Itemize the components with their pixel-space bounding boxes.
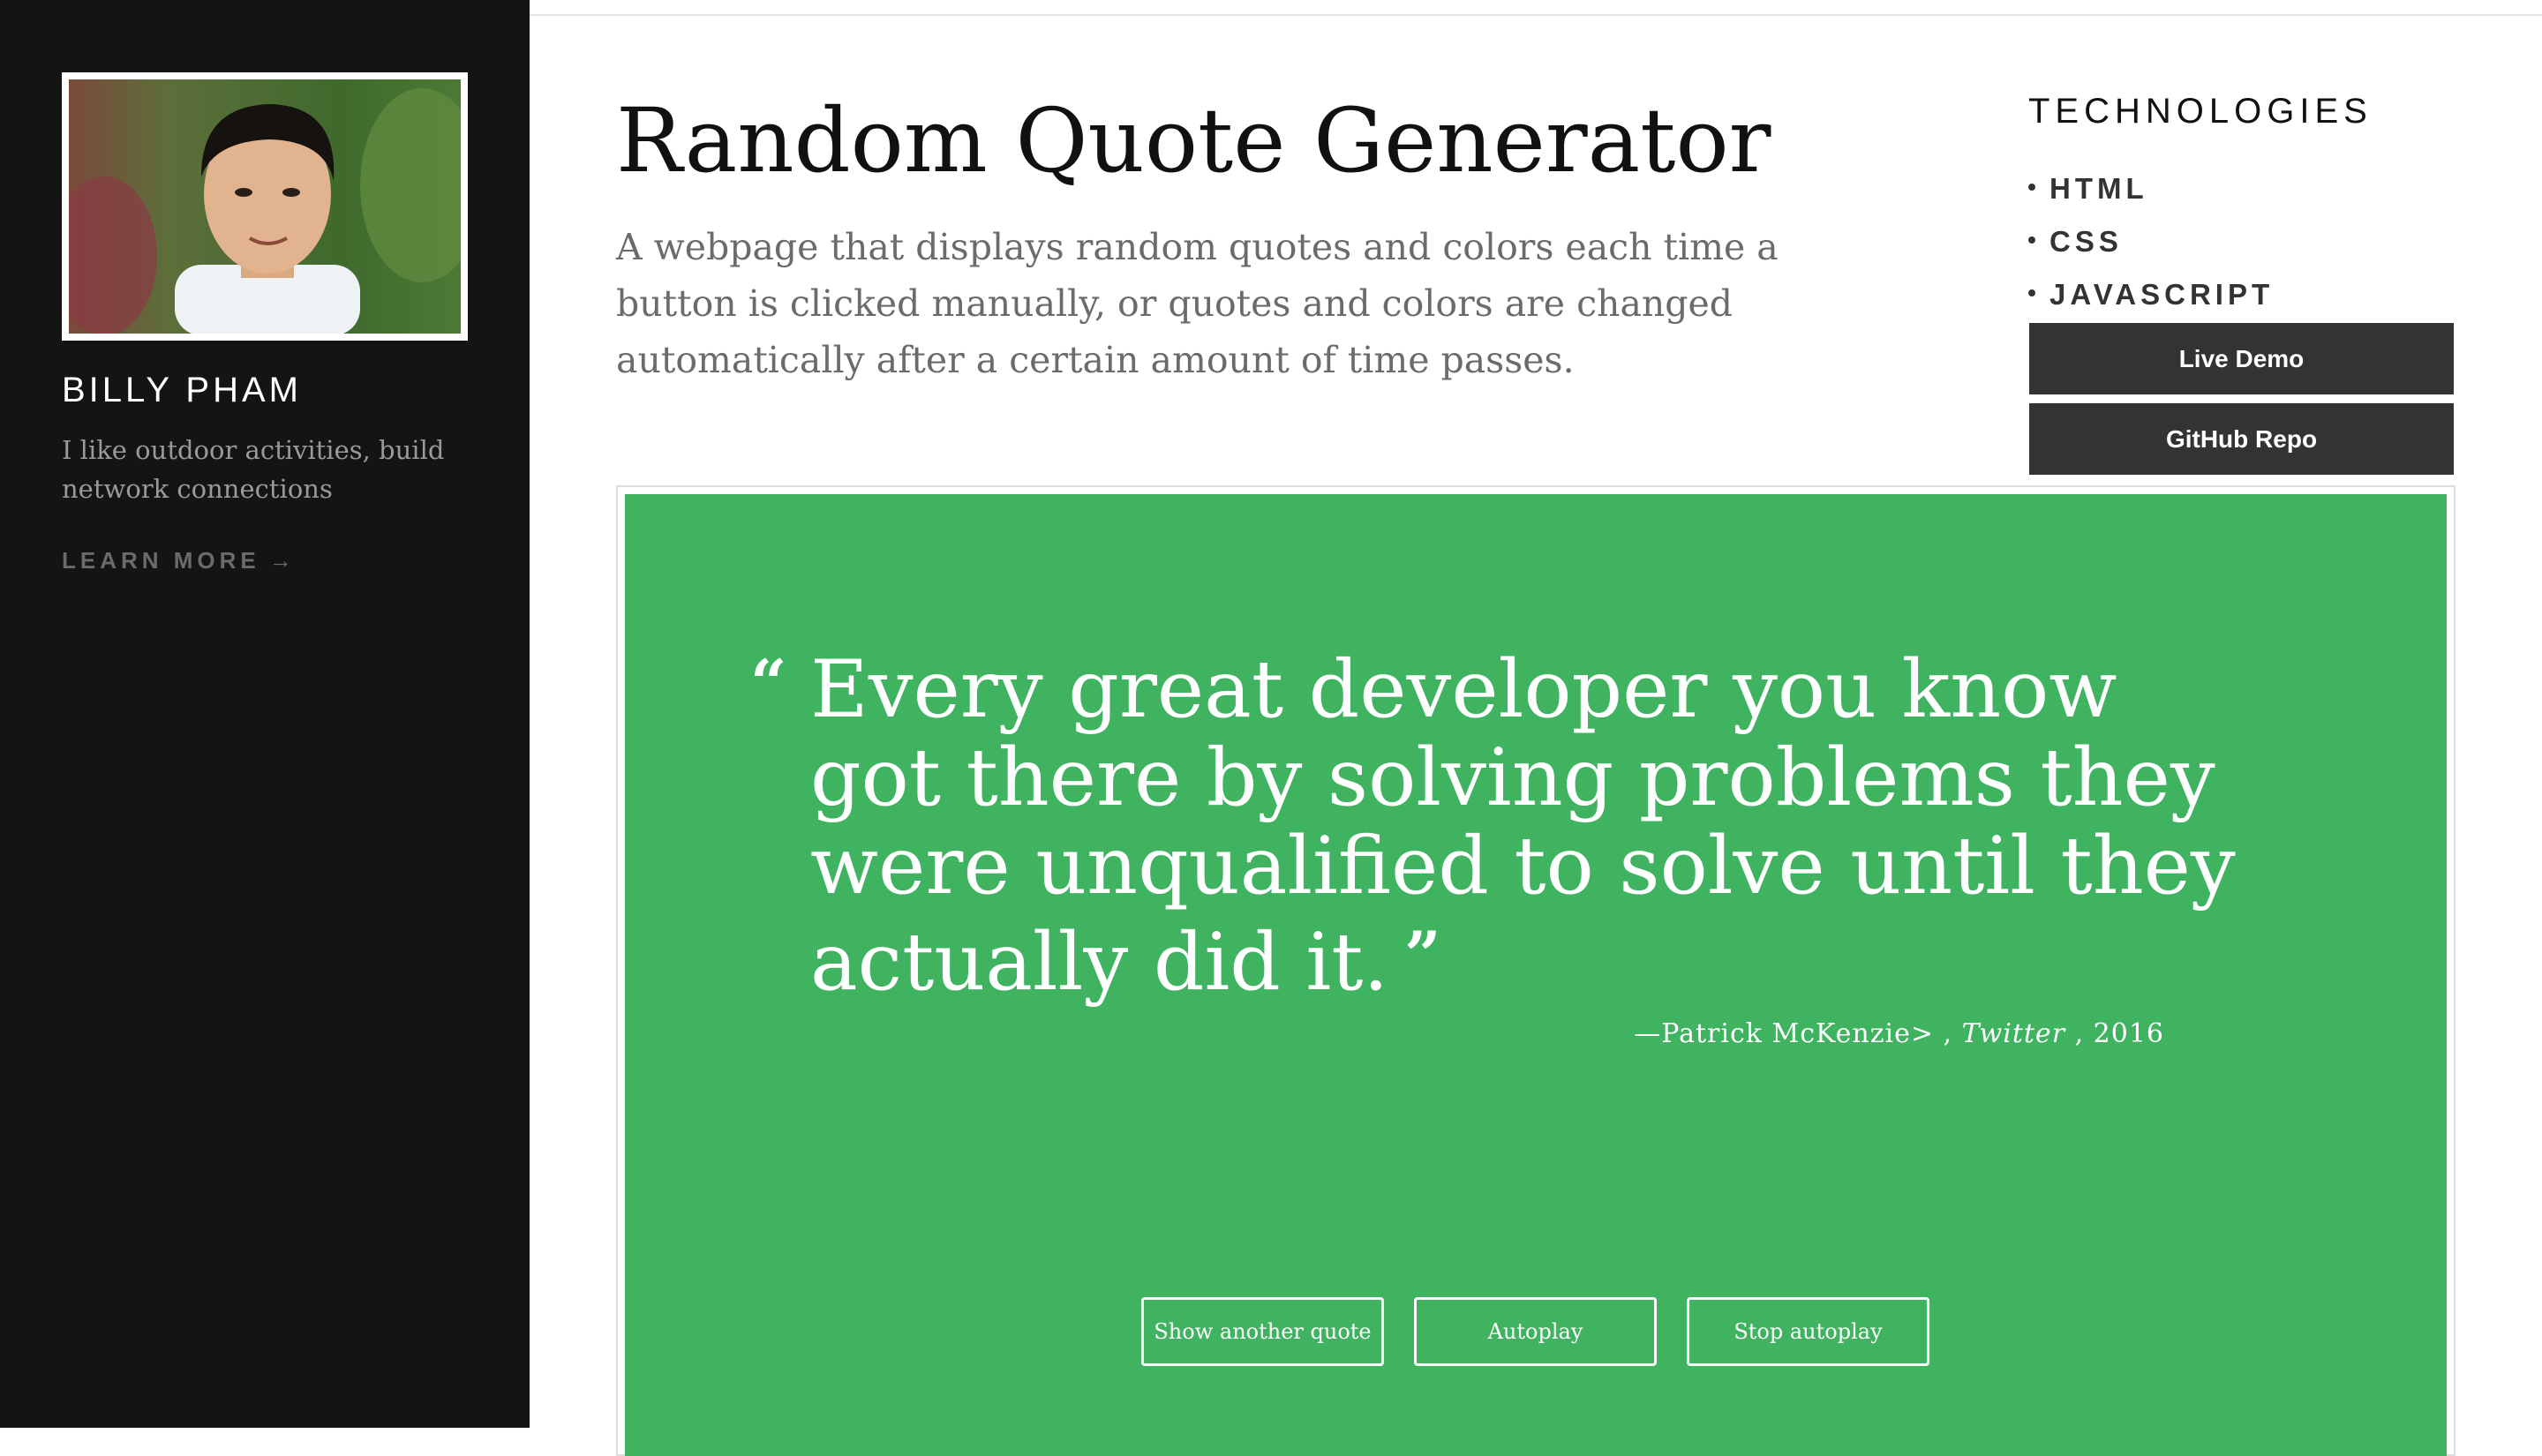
quote-text-block: Every great developer you know got there… [810,646,2258,1007]
tech-item-label: CSS [2049,225,2123,258]
avatar [62,72,468,341]
quote-author: —Patrick McKenzie> , [1634,1018,1953,1049]
stop-autoplay-button[interactable]: Stop autoplay [1687,1297,1929,1366]
quote-text: Every great developer you know got there… [810,643,2236,1009]
bullet-icon [2028,184,2035,191]
sidebar: BILLY PHAM I like outdoor activities, bu… [0,0,530,1428]
quote-attribution: —Patrick McKenzie> , Twitter , 2016 [1634,1018,2164,1049]
autoplay-button[interactable]: Autoplay [1414,1297,1657,1366]
open-quote-icon: “ [750,645,787,720]
quote-box: “ Every great developer you know got the… [625,494,2447,1456]
tech-item: JAVASCRIPT [2028,268,2274,321]
bullet-icon [2028,289,2035,297]
learn-more-label: LEARN MORE [62,547,260,574]
page-description: A webpage that displays random quotes an… [616,226,1779,381]
technologies-heading: TECHNOLOGIES [2028,92,2373,131]
quote-year: , 2016 [2074,1018,2164,1049]
learn-more-link[interactable]: LEARN MORE → [62,547,292,574]
close-quote-icon: ” [1404,917,1441,992]
quote-source: Twitter [1961,1018,2066,1049]
tech-item: CSS [2028,215,2274,268]
top-divider [530,14,2542,16]
author-bio: I like outdoor activities, build network… [62,435,445,504]
author-name: BILLY PHAM [62,371,302,409]
avatar-photo [69,79,461,334]
show-another-quote-button[interactable]: Show another quote [1141,1297,1384,1366]
technologies-list: HTML CSS JAVASCRIPT [2028,162,2274,321]
arrow-right-icon: → [268,547,292,574]
live-demo-button[interactable]: Live Demo [2029,323,2454,394]
bullet-icon [2028,236,2035,244]
page-title: Random Quote Generator [616,89,1771,192]
tech-item-label: HTML [2049,172,2148,205]
tech-item-label: JAVASCRIPT [2049,278,2275,311]
github-repo-button[interactable]: GitHub Repo [2029,403,2454,475]
tech-item: HTML [2028,162,2274,215]
